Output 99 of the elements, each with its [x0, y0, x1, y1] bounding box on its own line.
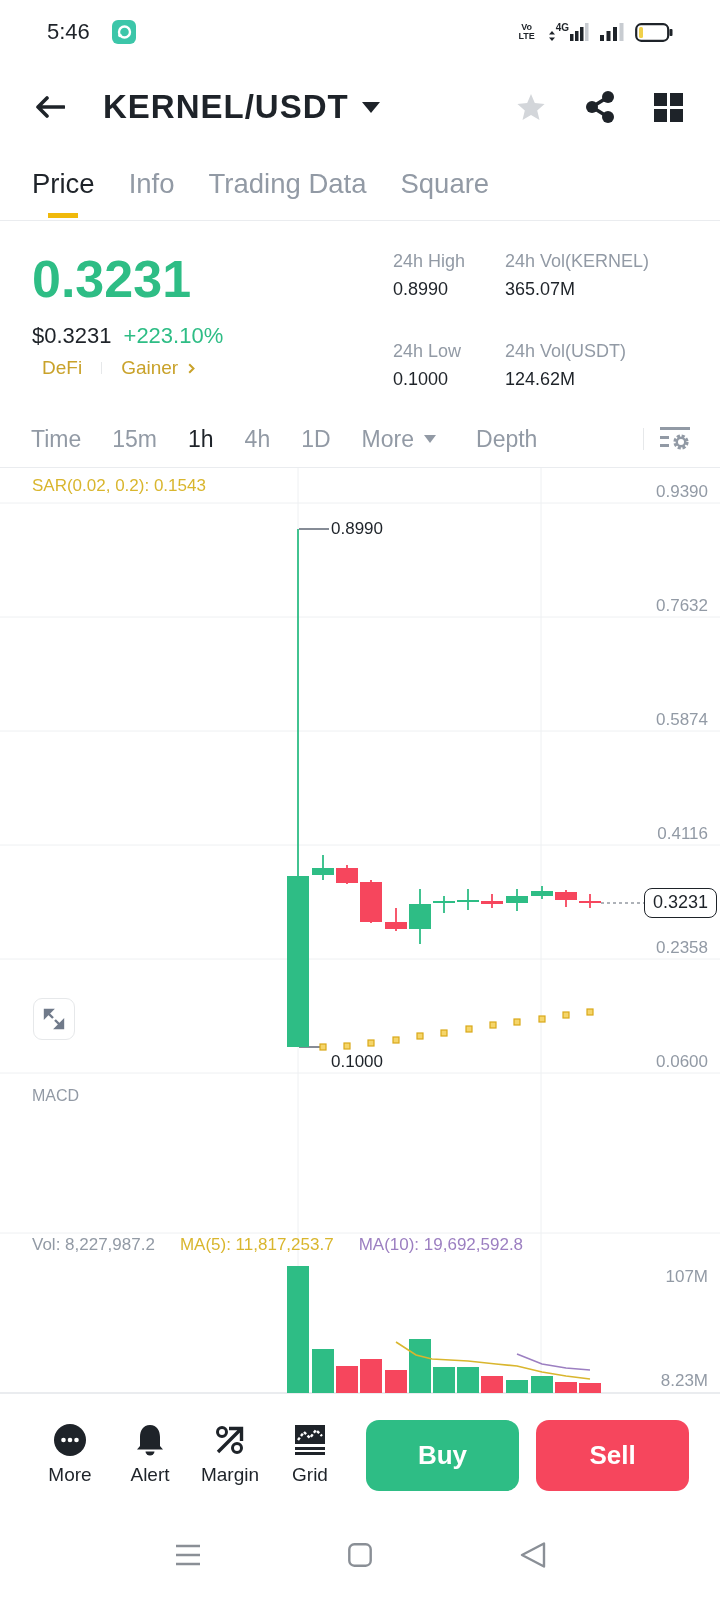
price-line [600, 902, 645, 904]
interval-tab[interactable]: More [361, 424, 436, 453]
menu-icon[interactable] [176, 1544, 200, 1566]
trade-button[interactable]: Sell [536, 1420, 689, 1491]
price-axis-label: 0.5874 [656, 709, 708, 731]
candlestick [409, 888, 431, 945]
app-notification-icon [111, 20, 136, 44]
volume-bar [336, 1366, 358, 1393]
tag-link[interactable]: Gainer [121, 356, 196, 380]
interval-tab[interactable]: 1h [188, 424, 214, 453]
stat-value: 365.07M [505, 278, 577, 300]
volume-bar [457, 1367, 479, 1393]
volume-bar [312, 1349, 334, 1393]
price-change: +223.10% [123, 323, 224, 349]
back-icon[interactable] [520, 1542, 546, 1568]
low-price-label: 0.1000 [331, 1052, 383, 1072]
volume-bar [555, 1382, 577, 1393]
volume-legend-item: MA(5): 11,817,253.7 [179, 1234, 334, 1256]
expand-icon [43, 1008, 65, 1030]
trade-button[interactable]: Buy [366, 1420, 519, 1491]
more-icon [54, 1424, 86, 1456]
interval-tab[interactable]: 1D [301, 424, 331, 453]
home-icon[interactable] [348, 1543, 372, 1567]
candlestick [385, 907, 407, 932]
volume-axis-label: 107M [665, 1266, 708, 1288]
grid-icon[interactable] [654, 92, 683, 122]
leader-line [298, 1046, 321, 1048]
interval-tab[interactable]: 15m [112, 424, 157, 453]
candlestick [531, 885, 553, 900]
candlestick [336, 864, 358, 885]
fiat-price: $0.3231 [32, 323, 112, 349]
caret-icon [361, 101, 380, 113]
volume-legend-item: Vol: 8,227,987.2 [32, 1234, 155, 1256]
volume-legend-item: MA(10): 19,692,592.8 [358, 1234, 524, 1256]
stat-label: 24h Vol(USDT) [505, 339, 628, 362]
tab[interactable]: Trading Data [208, 150, 367, 218]
candlestick [481, 893, 503, 909]
stat-value: 0.8990 [393, 278, 450, 300]
volume-bar [506, 1380, 528, 1393]
volume-bar [360, 1359, 382, 1393]
volume-bar [385, 1370, 407, 1393]
tab[interactable]: Square [400, 150, 490, 218]
volte-indicator: Vo LTE [517, 23, 536, 41]
star-icon[interactable] [517, 93, 545, 121]
interval-tab[interactable]: Depth [476, 424, 538, 453]
candlestick [433, 895, 455, 914]
price-axis-label: 0.9390 [656, 481, 708, 503]
data-arrows-icon [548, 31, 555, 41]
tab[interactable]: Price [32, 150, 95, 218]
volume-bar [409, 1339, 431, 1393]
volume-bar [433, 1367, 455, 1393]
candlestick [555, 889, 577, 908]
bell-icon [136, 1424, 164, 1456]
tab[interactable]: Info [128, 150, 175, 218]
action-button[interactable]: Alert [110, 1424, 190, 1486]
macd-label: MACD [32, 1086, 80, 1106]
pair-selector[interactable]: KERNEL/USDT [103, 88, 380, 126]
volume-axis-label: 8.23M [660, 1370, 708, 1392]
status-time: 5:46 [47, 19, 90, 45]
action-button[interactable]: Margin [190, 1424, 270, 1486]
volume-bar [531, 1376, 553, 1393]
signal-icon [570, 23, 589, 41]
stat-label: 24h High [393, 250, 467, 272]
caret-icon [424, 434, 436, 443]
candlestick [506, 888, 528, 912]
candlestick [579, 893, 601, 909]
grid-chart-icon [295, 1424, 325, 1456]
sar-indicator-label: SAR(0.02, 0.2): 0.1543 [32, 475, 206, 497]
tag-link[interactable]: DeFi [42, 356, 83, 380]
high-price-label: 0.8990 [331, 519, 383, 539]
interval-tab[interactable]: Time [31, 424, 82, 453]
back-arrow-icon[interactable] [35, 95, 65, 119]
volume-bar [481, 1376, 503, 1393]
battery-icon [635, 22, 673, 42]
volume-bar [579, 1383, 601, 1393]
candlestick [312, 854, 334, 881]
signal-icon [600, 23, 624, 41]
action-button[interactable]: Grid [270, 1424, 350, 1486]
chevron-icon [188, 362, 196, 374]
last-price-tag: 0.3231 [644, 888, 717, 918]
stat-label: 24h Low [393, 339, 463, 362]
action-button[interactable]: More [30, 1424, 110, 1486]
price-axis-label: 0.7632 [656, 595, 708, 617]
last-price: 0.3231 [32, 250, 193, 308]
price-axis-label: 0.2358 [656, 937, 708, 959]
leader-line [298, 528, 330, 530]
stat-value: 0.1000 [393, 367, 450, 390]
price-axis-label: 0.0600 [656, 1051, 708, 1073]
price-axis-label: 0.4116 [657, 823, 708, 845]
percent-arrow-icon [215, 1424, 245, 1456]
stat-label: 24h Vol(KERNEL) [505, 250, 650, 272]
interval-tab[interactable]: 4h [244, 424, 271, 453]
candlestick [360, 879, 382, 924]
chart-settings-icon[interactable] [660, 426, 690, 451]
stat-value: 124.62M [505, 367, 577, 390]
network-type: 4G [555, 23, 569, 33]
share-icon[interactable] [585, 91, 615, 123]
expand-button[interactable] [33, 998, 75, 1040]
candlestick [457, 888, 479, 911]
